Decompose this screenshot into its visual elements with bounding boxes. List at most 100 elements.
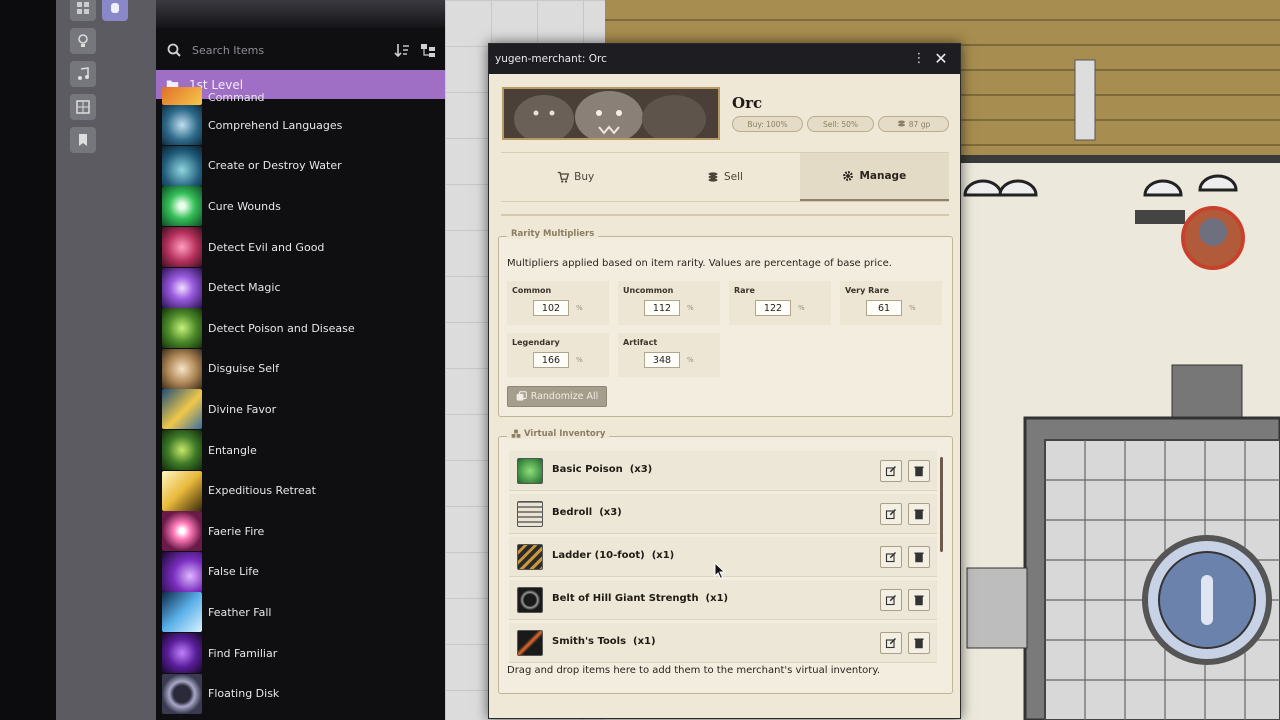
randomize-all-button[interactable]: Randomize All xyxy=(507,386,607,407)
drop-hint: Drag and drop items here to add them to … xyxy=(507,665,881,676)
tab-manage[interactable]: Manage xyxy=(799,153,949,201)
edit-item-button[interactable] xyxy=(880,589,902,611)
tiles-tool-icon[interactable] xyxy=(70,94,96,120)
inventory-item-name: Belt of Hill Giant Strength (x1) xyxy=(552,593,729,604)
collapse-folders-icon[interactable] xyxy=(420,42,436,58)
disguise-self-icon xyxy=(162,348,202,389)
grid-tool-icon[interactable] xyxy=(70,0,96,21)
ladder-icon xyxy=(517,544,543,570)
rarity-cell-uncommon: Uncommon % xyxy=(618,281,720,325)
comprehend-languages-icon xyxy=(162,105,202,146)
scene-tool-bar xyxy=(56,0,156,720)
music-tool-icon[interactable] xyxy=(70,61,96,87)
rarity-multipliers-fieldset: Rarity Multipliers Multipliers applied b… xyxy=(498,229,953,417)
list-item[interactable]: Find Familiar xyxy=(162,633,445,674)
trash-icon xyxy=(914,638,924,649)
list-item[interactable]: Disguise Self xyxy=(162,348,445,390)
list-item[interactable]: Floating Disk xyxy=(162,673,445,714)
token-tool-icon[interactable] xyxy=(102,0,128,21)
artifact-multiplier-input[interactable] xyxy=(644,352,680,368)
far-left-strip xyxy=(0,0,56,720)
list-item[interactable]: Cure Wounds xyxy=(162,186,445,227)
edit-icon xyxy=(885,594,897,606)
inventory-row[interactable]: Basic Poison (x3) xyxy=(509,451,937,491)
search-icon xyxy=(167,43,181,57)
list-item[interactable]: Faerie Fire xyxy=(162,511,445,552)
smiths-tools-icon xyxy=(517,630,543,656)
expeditious-retreat-icon xyxy=(162,470,202,511)
compendium-banner xyxy=(156,0,445,28)
spell-list: Command Comprehend Languages Create or D… xyxy=(162,87,445,714)
window-header[interactable]: yugen-merchant: Orc ⋮ ✕ xyxy=(489,44,960,74)
dice-icon xyxy=(516,391,527,401)
edit-item-button[interactable] xyxy=(880,503,902,525)
light-tool-icon[interactable] xyxy=(70,28,96,54)
edit-item-button[interactable] xyxy=(880,546,902,568)
list-item[interactable]: Entangle xyxy=(162,430,445,471)
window-close-icon[interactable]: ✕ xyxy=(932,50,950,68)
entangle-icon xyxy=(162,430,202,471)
feather-fall-icon xyxy=(162,592,202,633)
list-item[interactable]: Detect Magic xyxy=(162,267,445,308)
inventory-row[interactable]: Smith's Tools (x1) xyxy=(509,623,937,663)
gold-badge: 87 gp xyxy=(878,116,949,132)
gear-icon xyxy=(843,171,854,181)
compendium-sidebar: 1st Level Command Comprehend Languages C… xyxy=(156,0,445,720)
tab-buy[interactable]: Buy xyxy=(501,153,650,201)
inventory-item-name: Ladder (10-foot) (x1) xyxy=(552,550,675,561)
trash-icon xyxy=(914,552,924,563)
inventory-row[interactable]: Bedroll (x3) xyxy=(509,494,937,534)
inventory-row[interactable]: Belt of Hill Giant Strength (x1) xyxy=(509,580,937,620)
trash-icon xyxy=(914,466,924,477)
notes-tool-icon[interactable] xyxy=(70,127,96,153)
inventory-legend: Virtual Inventory xyxy=(507,429,610,439)
rarity-cell-very-rare: Very Rare % xyxy=(840,281,942,325)
rare-multiplier-input[interactable] xyxy=(755,300,791,316)
edit-icon xyxy=(885,551,897,563)
detect-poison-and-disease-icon xyxy=(162,308,202,349)
trash-icon xyxy=(914,509,924,520)
search-row xyxy=(156,36,445,64)
legendary-multiplier-input[interactable] xyxy=(533,352,569,368)
cart-icon xyxy=(557,171,570,183)
sort-icon[interactable] xyxy=(394,42,410,58)
window-title: yugen-merchant: Orc xyxy=(495,53,607,65)
mouse-cursor-icon xyxy=(714,562,726,580)
rarity-cell-legendary: Legendary % xyxy=(507,333,609,377)
belt-icon xyxy=(517,587,543,613)
edit-icon xyxy=(885,637,897,649)
search-input[interactable] xyxy=(192,40,382,60)
list-item[interactable]: False Life xyxy=(162,551,445,593)
common-multiplier-input[interactable] xyxy=(533,300,569,316)
edit-item-button[interactable] xyxy=(880,460,902,482)
delete-item-button[interactable] xyxy=(908,460,930,482)
inventory-item-name: Basic Poison (x3) xyxy=(552,464,653,475)
list-item-partial[interactable]: Command xyxy=(162,87,445,105)
coins-icon xyxy=(897,120,905,127)
rarity-description: Multipliers applied based on item rarity… xyxy=(507,258,892,269)
list-item[interactable]: Expeditious Retreat xyxy=(162,470,445,511)
window-menu-icon[interactable]: ⋮ xyxy=(912,52,926,66)
basic-poison-icon xyxy=(517,458,543,484)
uncommon-multiplier-input[interactable] xyxy=(644,300,680,316)
command-spell-icon xyxy=(162,87,202,105)
very-rare-multiplier-input[interactable] xyxy=(866,300,902,316)
list-item[interactable]: Detect Poison and Disease xyxy=(162,308,445,349)
bedroll-icon xyxy=(517,501,543,527)
edit-item-button[interactable] xyxy=(880,632,902,654)
rarity-cell-common: Common % xyxy=(507,281,609,325)
delete-item-button[interactable] xyxy=(908,632,930,654)
tab-sell[interactable]: Sell xyxy=(650,153,799,201)
delete-item-button[interactable] xyxy=(908,589,930,611)
delete-item-button[interactable] xyxy=(908,546,930,568)
inventory-item-name: Smith's Tools (x1) xyxy=(552,636,656,647)
cure-wounds-icon xyxy=(162,186,202,227)
list-item[interactable]: Feather Fall xyxy=(162,592,445,633)
delete-item-button[interactable] xyxy=(908,503,930,525)
inventory-scrollbar[interactable] xyxy=(940,457,943,552)
list-item[interactable]: Create or Destroy Water xyxy=(162,145,445,187)
list-item[interactable]: Divine Favor xyxy=(162,389,445,430)
divine-favor-icon xyxy=(162,389,202,430)
list-item[interactable]: Comprehend Languages xyxy=(162,105,445,146)
list-item[interactable]: Detect Evil and Good xyxy=(162,227,445,268)
